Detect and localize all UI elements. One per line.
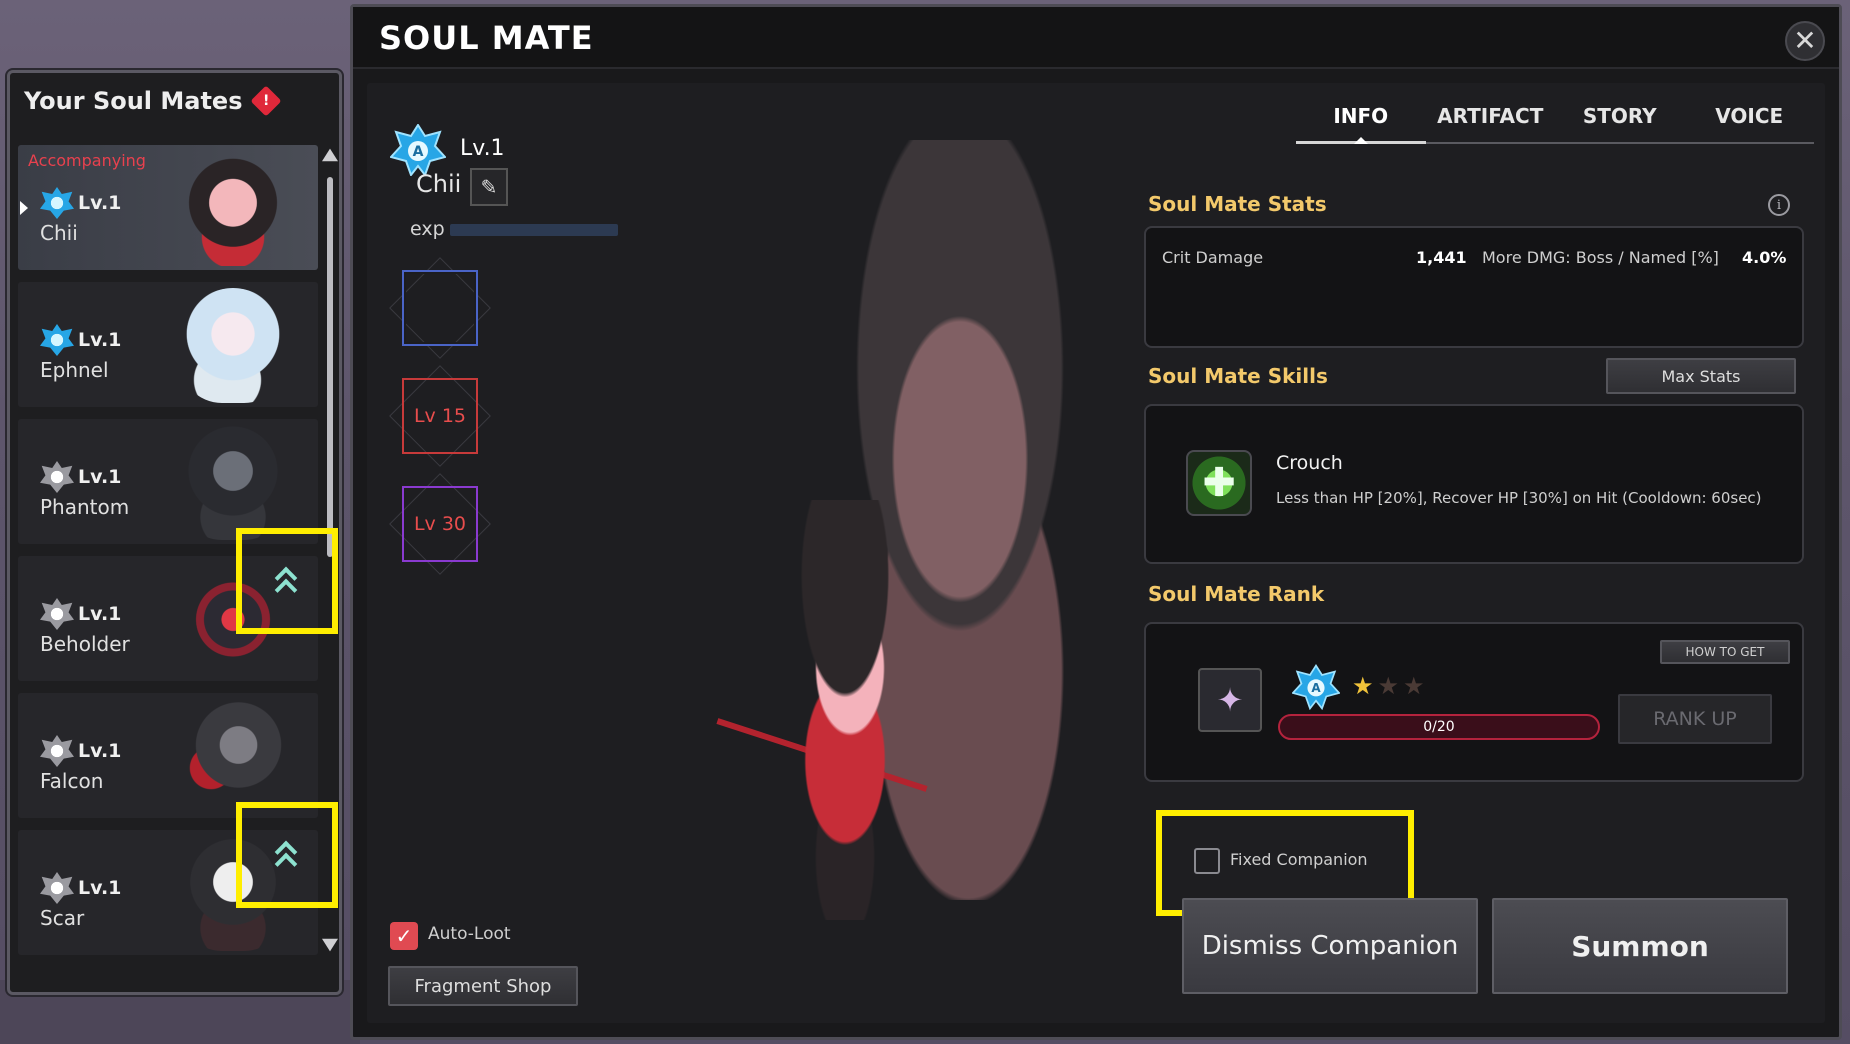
auto-loot-checkbox[interactable]: ✓ (390, 922, 418, 950)
summon-button[interactable]: Summon (1492, 898, 1788, 994)
max-stats-button[interactable]: Max Stats (1606, 358, 1796, 394)
exp-bar (450, 224, 618, 236)
tab-artifact[interactable]: ARTIFACT (1426, 92, 1556, 142)
info-icon[interactable]: i (1768, 194, 1790, 216)
accompanying-label: Accompanying (28, 151, 146, 170)
rank-title: Soul Mate Rank (1148, 582, 1325, 606)
mate-name: Scar (40, 906, 85, 930)
stat-value: 1,441 (1416, 248, 1467, 267)
star-empty-icon: ★ (1377, 672, 1400, 700)
ephnel-portrait (178, 288, 288, 403)
tab-bar: INFO ARTIFACT STORY VOICE (1296, 92, 1814, 144)
grey-star-badge-icon (40, 872, 74, 904)
mate-name: Falcon (40, 769, 104, 793)
blue-star-badge-icon (40, 187, 74, 219)
mate-level: Lv.1 (78, 192, 122, 214)
skill-name: Crouch (1276, 452, 1343, 474)
rank-material-star-icon[interactable]: ✦ (1198, 668, 1262, 732)
scroll-down-arrow-icon[interactable] (322, 938, 338, 952)
blue-star-badge-icon (40, 324, 74, 356)
skill-description: Less than HP [20%], Recover HP [30%] on … (1276, 489, 1762, 507)
tab-info[interactable]: INFO (1296, 92, 1426, 144)
skills-title: Soul Mate Skills (1148, 364, 1328, 388)
edit-name-button[interactable]: ✎ (470, 168, 508, 206)
svg-text:A: A (413, 144, 424, 160)
highlight-box-beholder (236, 528, 338, 634)
selected-arrow-icon (20, 201, 28, 215)
character-artwork (720, 500, 970, 920)
window-header: SOUL MATE ✕ (353, 7, 1839, 69)
alert-icon: ! (249, 85, 282, 117)
stat-value: 4.0% (1742, 248, 1787, 267)
window-title: SOUL MATE (379, 19, 594, 57)
panel-title-text: Your Soul Mates (24, 87, 243, 115)
mate-level: Lv.1 (78, 603, 122, 625)
panel-title: Your Soul Mates ! (24, 85, 282, 117)
mate-level: Lv.1 (78, 740, 122, 762)
blue-star-badge-icon: A (390, 124, 446, 176)
stats-box: Crit Damage 1,441 More DMG: Boss / Named… (1144, 226, 1804, 348)
tab-story[interactable]: STORY (1555, 92, 1685, 142)
tab-voice[interactable]: VOICE (1685, 92, 1815, 142)
svg-text:A: A (1311, 681, 1321, 695)
scroll-thumb[interactable] (327, 177, 333, 557)
grey-star-badge-icon (40, 735, 74, 767)
soul-mate-item-phantom[interactable]: Lv.1 Phantom (18, 419, 318, 544)
falcon-portrait (178, 699, 288, 814)
artifact-slot-lv30[interactable]: Lv 30 (389, 473, 491, 575)
heal-cross-icon[interactable]: ✚ (1186, 450, 1252, 516)
dismiss-companion-button[interactable]: Dismiss Companion (1182, 898, 1478, 994)
soul-mate-item-ephnel[interactable]: Lv.1 Ephnel (18, 282, 318, 407)
grey-star-badge-icon (40, 461, 74, 493)
how-to-get-button[interactable]: HOW TO GET (1660, 640, 1790, 664)
fragment-shop-button[interactable]: Fragment Shop (388, 966, 578, 1006)
rank-progress-bar: 0/20 (1278, 714, 1600, 740)
chii-portrait (178, 151, 288, 266)
soul-mate-item-falcon[interactable]: Lv.1 Falcon (18, 693, 318, 818)
highlight-box-scar (236, 802, 338, 908)
mate-name: Chii (40, 221, 78, 245)
slot-label: Lv 15 (413, 405, 467, 427)
profile-name: Chii (416, 170, 462, 198)
soul-mate-item-chii[interactable]: Accompanying Lv.1 Chii (18, 145, 318, 270)
phantom-portrait (178, 425, 288, 540)
star-empty-icon: ★ (1403, 672, 1425, 700)
auto-loot-label: Auto-Loot (428, 924, 511, 944)
stat-name: More DMG: Boss / Named [%] (1482, 248, 1719, 267)
skills-box: ✚ Crouch Less than HP [20%], Recover HP … (1144, 404, 1804, 564)
mate-level: Lv.1 (78, 877, 122, 899)
star-filled-icon: ★ (1352, 672, 1374, 700)
rank-up-button[interactable]: RANK UP (1618, 694, 1772, 744)
rank-stars: ★ ★ ★ (1352, 672, 1425, 700)
stats-title: Soul Mate Stats (1148, 192, 1327, 216)
artifact-slot-1[interactable] (389, 257, 491, 359)
grey-star-badge-icon (40, 598, 74, 630)
exp-label: exp (410, 218, 445, 240)
artifact-slot-lv15[interactable]: Lv 15 (389, 365, 491, 467)
checkmark-icon: ✓ (395, 924, 413, 948)
profile-level: Lv.1 (460, 136, 505, 161)
close-button[interactable]: ✕ (1785, 21, 1825, 61)
blue-star-badge-icon: A (1292, 664, 1340, 710)
mate-level: Lv.1 (78, 329, 122, 351)
mate-level: Lv.1 (78, 466, 122, 488)
stat-name: Crit Damage (1162, 248, 1264, 267)
mate-name: Ephnel (40, 358, 109, 382)
scroll-up-arrow-icon[interactable] (322, 148, 338, 162)
slot-label: Lv 30 (413, 513, 467, 535)
close-icon: ✕ (1793, 24, 1817, 57)
mate-name: Phantom (40, 495, 130, 519)
pencil-icon: ✎ (480, 175, 498, 199)
mate-name: Beholder (40, 632, 130, 656)
